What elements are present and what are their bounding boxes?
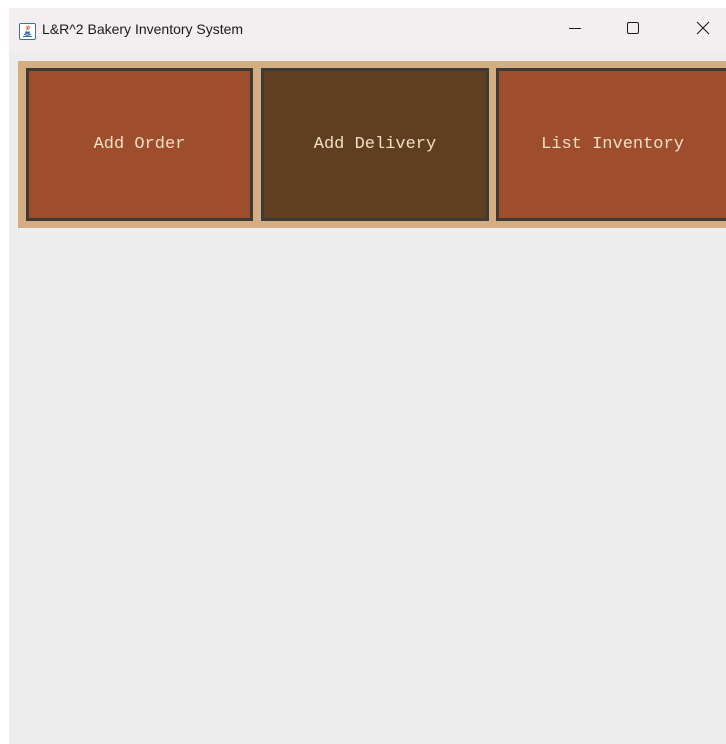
java-cup-icon — [19, 23, 36, 40]
add-delivery-label: Add Delivery — [313, 135, 437, 154]
content-panel — [9, 228, 726, 744]
close-icon — [696, 21, 710, 40]
maximize-button[interactable] — [610, 8, 656, 53]
add-order-label: Add Order — [93, 135, 186, 154]
action-button-bar: Add Order Add Delivery List Inventory — [18, 61, 726, 228]
list-inventory-button[interactable]: List Inventory — [496, 68, 726, 221]
app-window: L&R^2 Bakery Inventory System Add Order … — [9, 8, 726, 744]
window-title: L&R^2 Bakery Inventory System — [42, 21, 244, 37]
minimize-icon — [568, 21, 582, 40]
add-delivery-button[interactable]: Add Delivery — [261, 68, 489, 221]
minimize-button[interactable] — [552, 8, 598, 53]
close-button[interactable] — [680, 8, 726, 53]
list-inventory-label: List Inventory — [541, 135, 684, 154]
title-bar[interactable]: L&R^2 Bakery Inventory System — [9, 8, 726, 53]
maximize-icon — [626, 21, 640, 40]
add-order-button[interactable]: Add Order — [26, 68, 253, 221]
